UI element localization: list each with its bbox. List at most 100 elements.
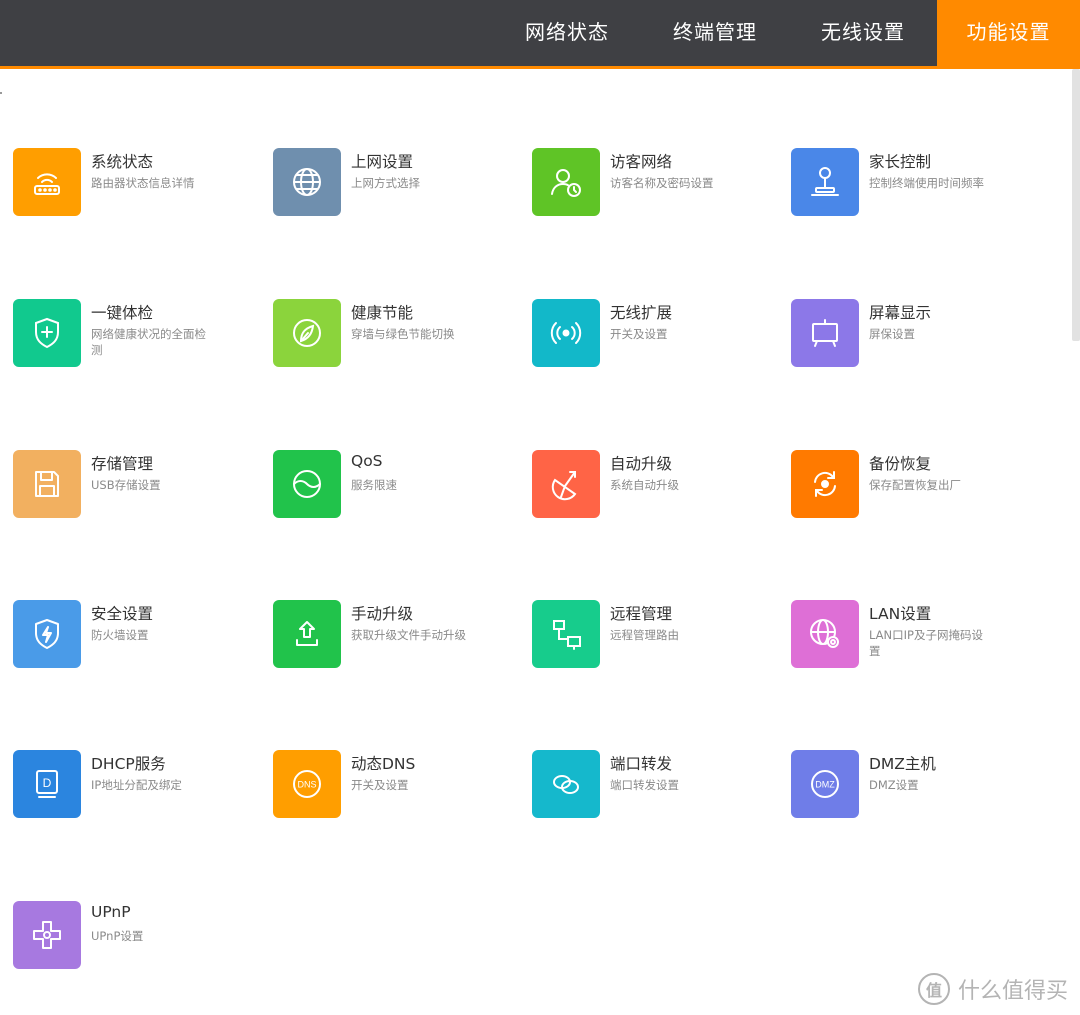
- tile-desc: UPnP设置: [91, 929, 144, 943]
- tile-icon-bg: DNS: [273, 750, 341, 818]
- tile-system-status[interactable]: 系统状态 路由器状态信息详情: [0, 148, 250, 218]
- tile-icon-bg: D: [13, 750, 81, 818]
- tile-icon-bg: [791, 600, 859, 668]
- tile-desc: 上网方式选择: [351, 176, 420, 190]
- tile-dhcp-service[interactable]: D DHCP服务 IP地址分配及绑定: [0, 750, 250, 820]
- tile-desc: 控制终端使用时间频率: [869, 176, 984, 190]
- tile-icon-bg: [13, 148, 81, 216]
- tile-title: 系统状态: [91, 153, 154, 171]
- tile-desc: IP地址分配及绑定: [91, 778, 182, 792]
- tile-icon-bg: [13, 901, 81, 969]
- tile-dmz-host[interactable]: DMZ DMZ主机 DMZ设置: [778, 750, 1028, 820]
- tile-upnp[interactable]: UPnP UPnP设置: [0, 901, 250, 971]
- tile-title: 手动升级: [351, 605, 414, 623]
- tile-energy-saving[interactable]: 健康节能 穿墙与绿色节能切换: [260, 299, 510, 369]
- tile-desc: 获取升级文件手动升级: [351, 628, 466, 642]
- tile-icon-bg: DMZ: [791, 750, 859, 818]
- tile-icon-bg: [13, 450, 81, 518]
- tile-title: 上网设置: [351, 153, 414, 171]
- function-grid: 系统状态 路由器状态信息详情 上网设置 上网方式选择 访客网络 访客名称及密码设…: [0, 0, 1080, 1015]
- upload-icon: [296, 621, 318, 646]
- tile-desc: DMZ设置: [869, 778, 919, 792]
- tile-desc: 屏保设置: [869, 327, 915, 341]
- tile-title: 动态DNS: [351, 755, 416, 773]
- dmz-icon: DMZ: [811, 770, 839, 798]
- tile-icon-bg: [532, 299, 600, 367]
- tile-remote-management[interactable]: 远程管理 远程管理路由: [519, 600, 769, 670]
- tile-wireless-extension[interactable]: 无线扩展 开关及设置: [519, 299, 769, 369]
- tile-icon-bg: [273, 600, 341, 668]
- tile-desc: 网络健康状况的全面检测: [91, 327, 206, 357]
- tile-title: 一键体检: [91, 304, 154, 322]
- router-icon: [34, 173, 60, 195]
- guest-user-icon: [551, 169, 581, 197]
- tile-desc: 开关及设置: [351, 778, 409, 792]
- tile-backup-restore[interactable]: 备份恢复 保存配置恢复出厂: [778, 450, 1028, 520]
- lan-globe-icon: [810, 619, 839, 648]
- leaf-icon: [293, 319, 321, 347]
- tile-icon-bg: [532, 600, 600, 668]
- tile-title: 安全设置: [91, 605, 154, 623]
- tile-icon-bg: [273, 299, 341, 367]
- tile-desc: 端口转发设置: [610, 778, 679, 792]
- qos-icon: [293, 470, 321, 498]
- tile-storage-management[interactable]: 存储管理 USB存储设置: [0, 450, 250, 520]
- tile-auto-upgrade[interactable]: 自动升级 系统自动升级: [519, 450, 769, 520]
- tile-security-settings[interactable]: 安全设置 防火墙设置: [0, 600, 250, 670]
- tile-icon-bg: [273, 148, 341, 216]
- tile-port-forwarding[interactable]: 端口转发 端口转发设置: [519, 750, 769, 820]
- tile-manual-upgrade[interactable]: 手动升级 获取升级文件手动升级: [260, 600, 510, 670]
- backup-icon: [814, 471, 836, 497]
- tile-title: UPnP: [91, 903, 131, 921]
- remote-network-icon: [553, 620, 581, 650]
- watermark-text: 什么值得买: [957, 979, 1068, 1004]
- tile-title: DHCP服务: [91, 755, 166, 773]
- tile-icon-bg: [791, 450, 859, 518]
- tile-desc: 访客名称及密码设置: [610, 176, 714, 190]
- tile-title: QoS: [351, 452, 383, 470]
- tile-dynamic-dns[interactable]: DNS 动态DNS 开关及设置: [260, 750, 510, 820]
- watermark-logo-icon: 值: [917, 973, 950, 1005]
- tile-screen-display[interactable]: 屏幕显示 屏保设置: [778, 299, 1028, 369]
- tile-lan-settings[interactable]: LAN设置 LAN口IP及子网掩码设置: [778, 600, 1028, 670]
- wireless-signal-icon: [550, 322, 582, 344]
- screen-icon: [812, 319, 838, 347]
- svg-text:DMZ: DMZ: [815, 780, 835, 790]
- tile-qos[interactable]: QoS 服务限速: [260, 450, 510, 520]
- tile-title: 访客网络: [610, 153, 673, 171]
- joystick-icon: [811, 167, 839, 196]
- tile-icon-bg: [13, 299, 81, 367]
- tile-icon-bg: [791, 148, 859, 216]
- tile-desc: 远程管理路由: [610, 628, 679, 642]
- shield-plus-icon: [35, 317, 59, 349]
- tile-desc: LAN口IP及子网掩码设置: [869, 628, 983, 658]
- auto-upgrade-icon: [551, 471, 577, 501]
- tile-parental-control[interactable]: 家长控制 控制终端使用时间频率: [778, 148, 1028, 218]
- tile-title: 远程管理: [610, 605, 673, 623]
- upnp-icon: [33, 921, 61, 949]
- tile-desc: 穿墙与绿色节能切换: [351, 327, 455, 341]
- dhcp-icon: D: [36, 770, 58, 798]
- tile-health-check[interactable]: 一键体检 网络健康状况的全面检测: [0, 299, 250, 369]
- tile-icon-bg: [532, 750, 600, 818]
- tile-icon-bg: [532, 450, 600, 518]
- tile-title: 家长控制: [869, 153, 932, 171]
- tile-internet-settings[interactable]: 上网设置 上网方式选择: [260, 148, 510, 218]
- tile-desc: 路由器状态信息详情: [91, 176, 195, 190]
- tile-desc: USB存储设置: [91, 478, 161, 492]
- tile-desc: 防火墙设置: [91, 628, 149, 642]
- tile-title: 屏幕显示: [869, 304, 932, 322]
- tile-guest-network[interactable]: 访客网络 访客名称及密码设置: [519, 148, 769, 218]
- tile-desc: 系统自动升级: [610, 478, 679, 492]
- svg-text:D: D: [43, 776, 52, 790]
- tile-title: 存储管理: [91, 455, 154, 473]
- dns-icon: DNS: [293, 770, 321, 798]
- tile-icon-bg: [13, 600, 81, 668]
- tile-title: 备份恢复: [869, 455, 932, 473]
- watermark: 值 什么值得买: [917, 973, 1068, 1005]
- security-shield-icon: [35, 619, 59, 649]
- tile-icon-bg: [273, 450, 341, 518]
- tile-title: 自动升级: [610, 455, 673, 473]
- tile-title: 健康节能: [351, 304, 414, 322]
- tile-icon-bg: [791, 299, 859, 367]
